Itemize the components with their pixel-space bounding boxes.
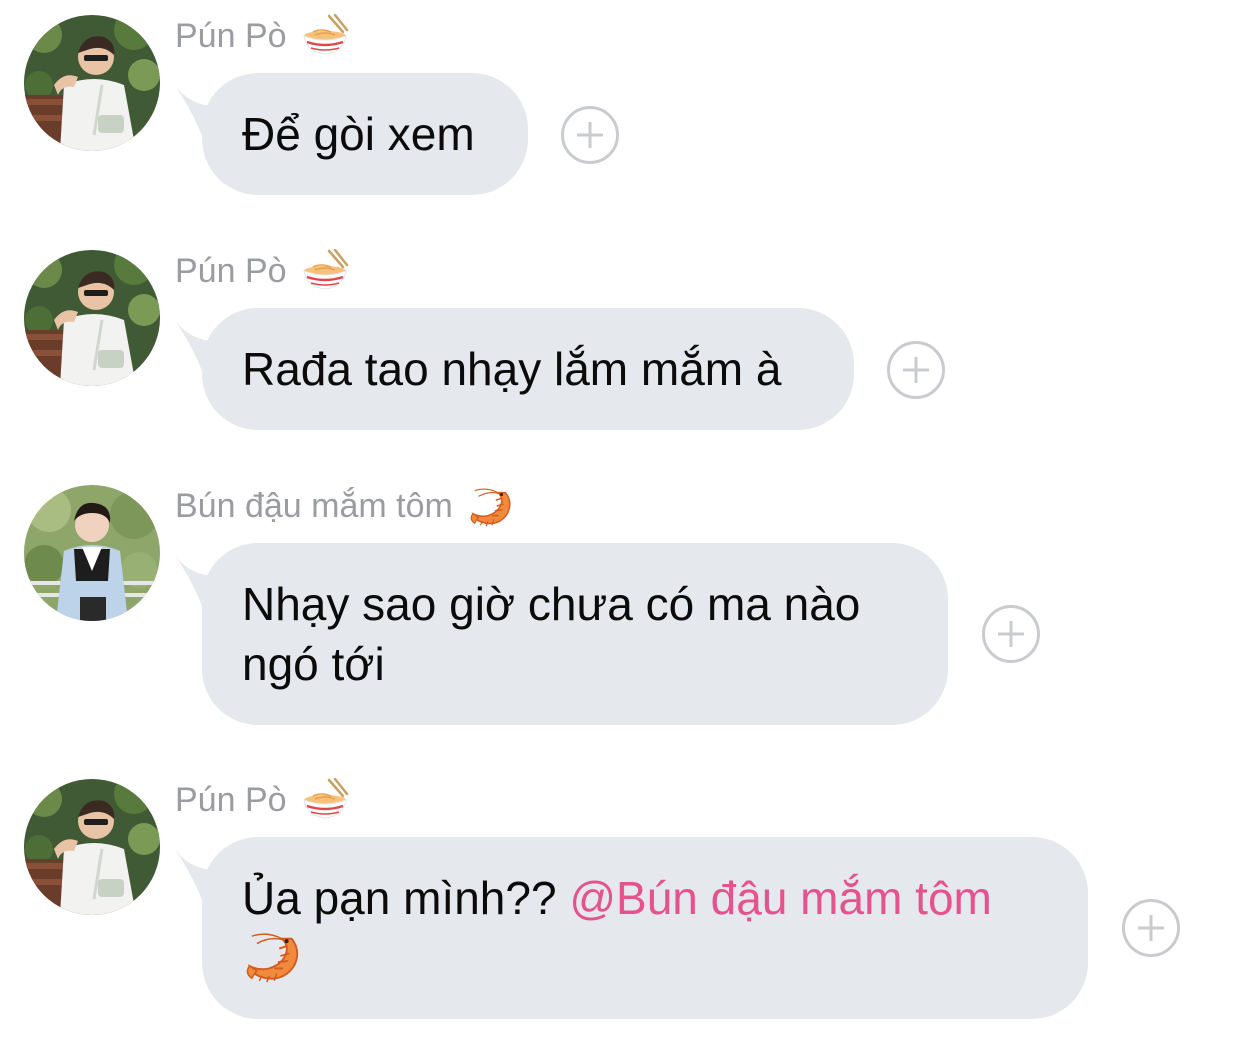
sender-name: Bún đậu mắm tôm	[175, 484, 515, 528]
noodle-bowl-icon	[301, 778, 349, 822]
add-reaction-button[interactable]	[1122, 899, 1180, 957]
add-reaction-button[interactable]	[982, 605, 1040, 663]
avatar[interactable]	[24, 779, 160, 915]
avatar[interactable]	[24, 15, 160, 151]
sender-name-text: Pún Pò	[175, 17, 287, 55]
plus-icon	[1138, 915, 1164, 941]
message-bubble[interactable]: Ủa pạn mình?? @Bún đậu mắm tôm	[202, 837, 1088, 1019]
shrimp-icon	[242, 928, 304, 998]
message-text: Rađa tao nhạy lắm mắm à	[242, 343, 782, 395]
add-reaction-button[interactable]	[887, 341, 945, 399]
sender-name: Pún Pò	[175, 249, 349, 293]
plus-icon	[577, 122, 603, 148]
sender-name-text: Pún Pò	[175, 252, 287, 290]
noodle-bowl-icon	[301, 249, 349, 293]
noodle-bowl-icon	[301, 14, 349, 58]
sender-name-text: Bún đậu mắm tôm	[175, 487, 453, 525]
plus-icon	[998, 621, 1024, 647]
message-text-line	[242, 928, 1048, 998]
message-text-line: Ủa pạn mình?? @Bún đậu mắm tôm	[242, 868, 1048, 928]
message-text: Để gòi xem	[242, 108, 475, 160]
sender-name-text: Pún Pò	[175, 781, 287, 819]
add-reaction-button[interactable]	[561, 106, 619, 164]
message-bubble[interactable]: Nhạy sao giờ chưa có ma nào ngó tới	[202, 543, 948, 725]
mention-link[interactable]: @Bún đậu mắm tôm	[569, 872, 992, 924]
avatar[interactable]	[24, 250, 160, 386]
message-text: Ủa pạn mình??	[242, 872, 557, 924]
plus-icon	[903, 357, 929, 383]
message-text-line: ngó tới	[242, 638, 385, 690]
message-text-line: Nhạy sao giờ chưa có ma nào	[242, 578, 861, 630]
sender-name: Pún Pò	[175, 14, 349, 58]
message-bubble[interactable]: Rađa tao nhạy lắm mắm à	[202, 308, 854, 430]
sender-name: Pún Pò	[175, 778, 349, 822]
avatar[interactable]	[24, 485, 160, 621]
message-bubble[interactable]: Để gòi xem	[202, 73, 528, 195]
shrimp-icon	[467, 484, 515, 528]
